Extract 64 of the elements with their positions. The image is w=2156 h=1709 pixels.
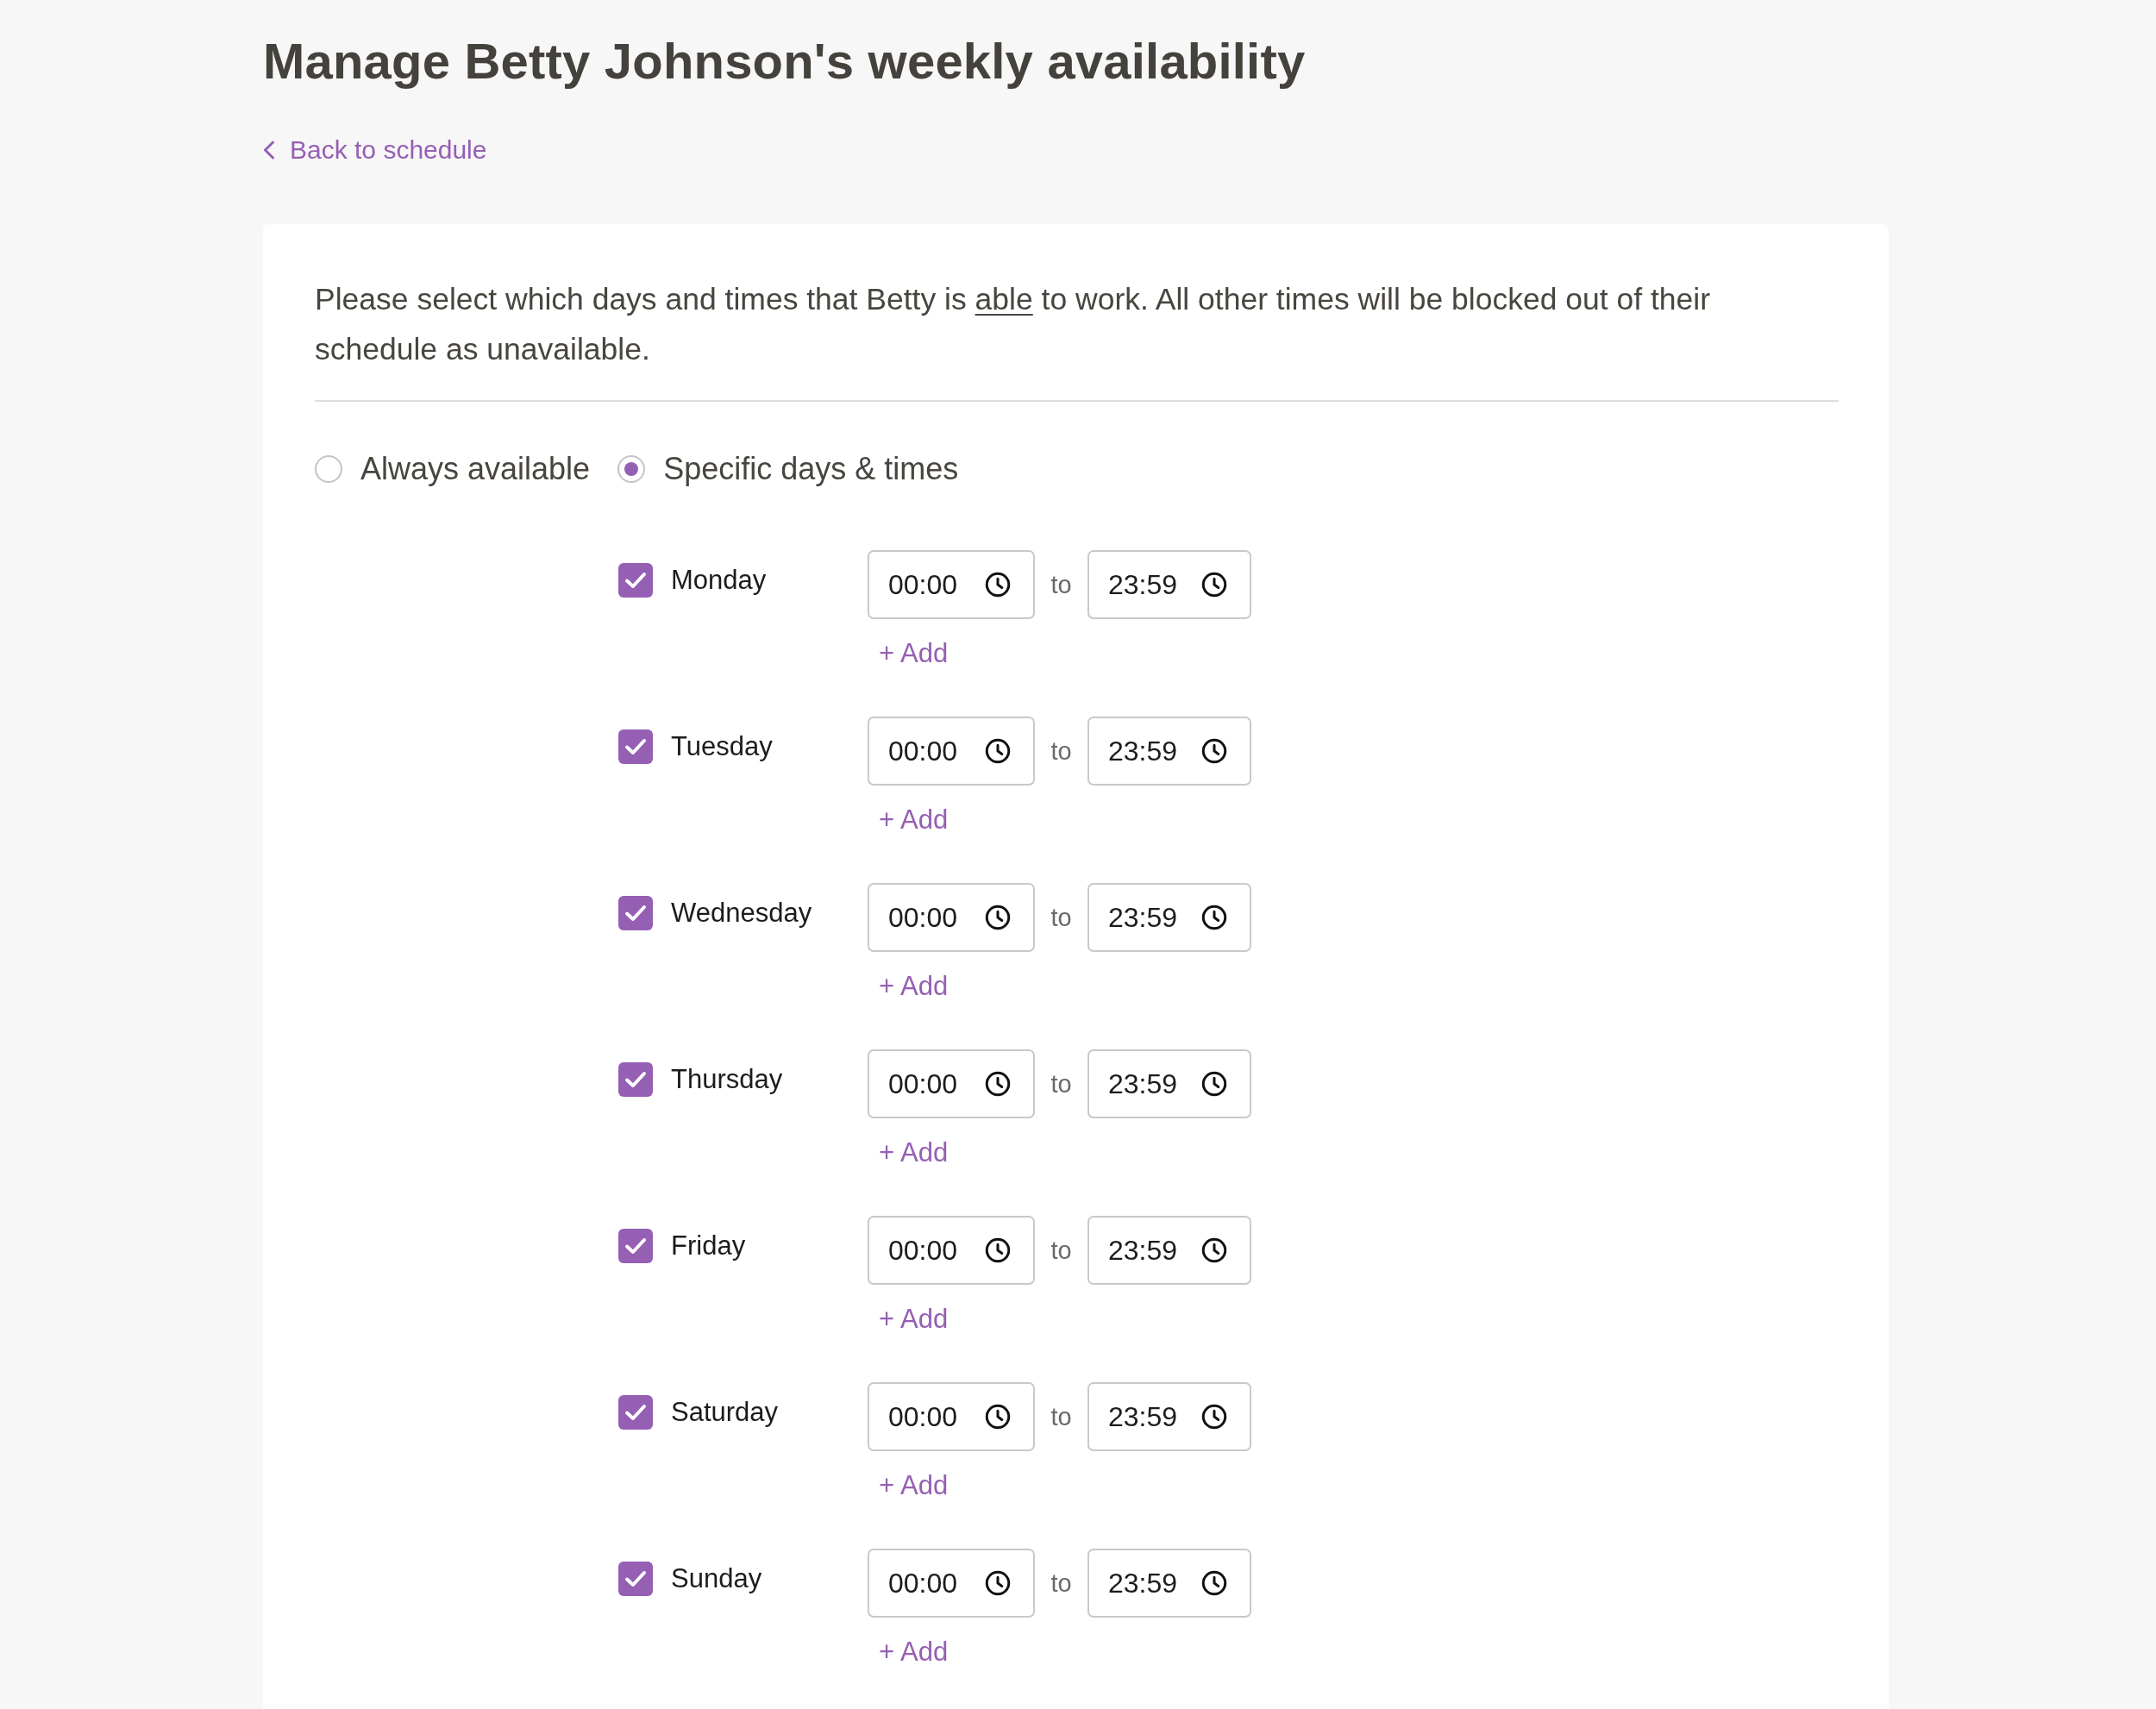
day-checkbox[interactable] — [618, 1395, 653, 1430]
time-input[interactable]: 23:59 — [1087, 1382, 1251, 1451]
clock-icon — [1201, 905, 1227, 930]
time-input[interactable]: 00:00 — [868, 550, 1035, 619]
clock-icon — [1201, 1071, 1227, 1097]
day-label: Saturday — [671, 1396, 779, 1429]
clock-icon — [1201, 1237, 1227, 1263]
time-input[interactable]: 00:00 — [868, 883, 1035, 952]
day-checkbox[interactable] — [618, 896, 653, 930]
add-button[interactable]: + Add — [879, 1302, 949, 1337]
day-checkbox[interactable] — [618, 563, 653, 598]
radio-label: Specific days & times — [663, 452, 959, 486]
day-label: Sunday — [671, 1562, 762, 1595]
time-input[interactable]: 00:00 — [868, 1549, 1035, 1618]
time-input[interactable]: 23:59 — [1087, 1049, 1251, 1118]
add-button[interactable]: + Add — [879, 1136, 949, 1170]
separator-label: to — [1050, 736, 1073, 767]
time-input[interactable]: 00:00 — [868, 1216, 1035, 1285]
radio-label: Always available — [360, 452, 591, 486]
clock-icon — [1201, 1404, 1227, 1430]
add-button[interactable]: + Add — [879, 636, 949, 671]
time-input[interactable]: 00:00 — [868, 717, 1035, 786]
clock-icon — [985, 1404, 1011, 1430]
clock-icon — [985, 572, 1011, 598]
day-label: Tuesday — [671, 730, 773, 763]
day-checkbox[interactable] — [618, 1229, 653, 1263]
add-button[interactable]: + Add — [879, 969, 949, 1004]
add-button[interactable]: + Add — [879, 803, 949, 837]
clock-icon — [985, 1237, 1011, 1263]
description-text: Please select which days and times that Betty is able to work. All other times will be blocked out of their schedule as unavailable. — [315, 281, 1712, 368]
day-label: Monday — [671, 564, 767, 597]
separator-label: to — [1050, 1568, 1073, 1599]
radio-button[interactable] — [315, 455, 342, 483]
day-label: Friday — [671, 1230, 746, 1262]
time-input[interactable]: 23:59 — [1087, 1216, 1251, 1285]
separator-label: to — [1050, 570, 1073, 600]
add-button[interactable]: + Add — [879, 1635, 949, 1669]
clock-icon — [985, 738, 1011, 764]
clock-icon — [1201, 572, 1227, 598]
day-label: Thursday — [671, 1063, 783, 1096]
page-title: Manage Betty Johnson's weekly availability — [263, 32, 1306, 91]
clock-icon — [1201, 738, 1227, 764]
add-button[interactable]: + Add — [879, 1468, 949, 1503]
time-input[interactable]: 00:00 — [868, 1049, 1035, 1118]
separator-label: to — [1050, 903, 1073, 933]
day-checkbox[interactable] — [618, 1562, 653, 1596]
clock-icon — [985, 905, 1011, 930]
clock-icon — [985, 1071, 1011, 1097]
radio-button[interactable] — [617, 455, 646, 483]
time-input[interactable]: 23:59 — [1087, 1549, 1251, 1618]
clock-icon — [985, 1570, 1011, 1596]
day-checkbox[interactable] — [618, 729, 653, 764]
day-checkbox[interactable] — [618, 1062, 653, 1097]
clock-icon — [1201, 1570, 1227, 1596]
time-input[interactable]: 23:59 — [1087, 717, 1251, 786]
time-input[interactable]: 23:59 — [1087, 883, 1251, 952]
separator-label: to — [1050, 1402, 1073, 1432]
chevron-icon — [263, 141, 275, 160]
day-label: Wednesday — [671, 897, 812, 930]
separator-label: to — [1050, 1069, 1073, 1099]
time-input[interactable]: 23:59 — [1087, 550, 1251, 619]
back-link[interactable]: Back to schedule — [263, 133, 487, 167]
separator-label: to — [1050, 1236, 1073, 1266]
time-input[interactable]: 00:00 — [868, 1382, 1035, 1451]
